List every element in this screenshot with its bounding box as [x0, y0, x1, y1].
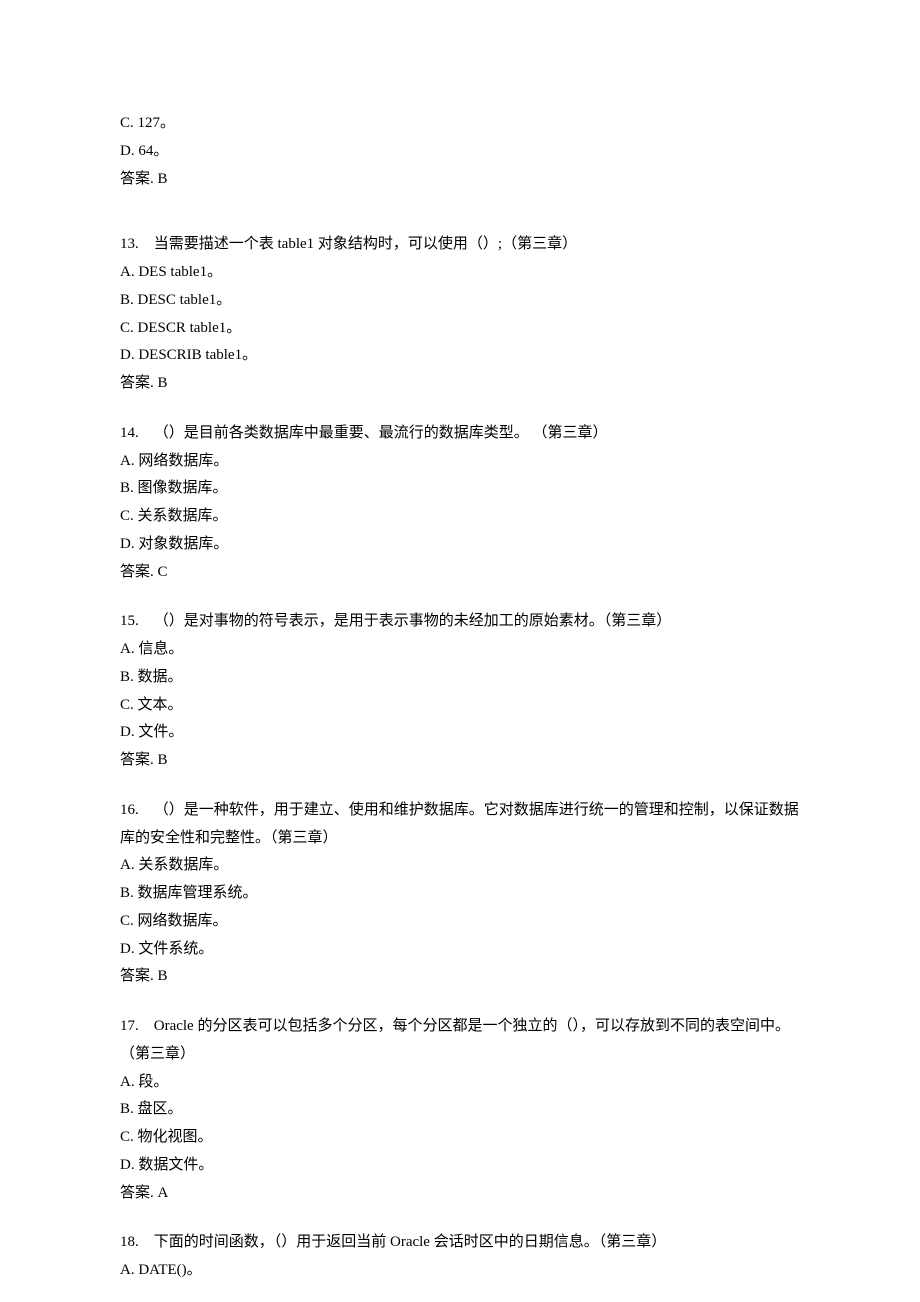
option-d: D. 文件。 [120, 719, 800, 747]
option-c: C. 关系数据库。 [120, 503, 800, 531]
question-number: 15. [120, 613, 139, 629]
prelude-block: C. 127。 D. 64。 答案. B [120, 110, 800, 193]
question-stem: 18. 下面的时间函数，（）用于返回当前 Oracle 会话时区中的日期信息。（… [120, 1229, 800, 1257]
option-c: C. 文本。 [120, 692, 800, 720]
question-16: 16. （）是一种软件，用于建立、使用和维护数据库。它对数据库进行统一的管理和控… [120, 797, 800, 991]
question-number: 17. [120, 1018, 139, 1034]
prelude-answer: 答案. B [120, 166, 800, 194]
answer-line: 答案. A [120, 1180, 800, 1208]
question-text: （）是对事物的符号表示，是用于表示事物的未经加工的原始素材。（第三章） [154, 613, 672, 629]
answer-line: 答案. B [120, 963, 800, 991]
question-text: 当需要描述一个表 table1 对象结构时，可以使用（）;（第三章） [154, 236, 577, 252]
question-text: （）是目前各类数据库中最重要、最流行的数据库类型。 （第三章） [154, 425, 608, 441]
option-c: C. 物化视图。 [120, 1124, 800, 1152]
question-13: 13. 当需要描述一个表 table1 对象结构时，可以使用（）;（第三章） A… [120, 231, 800, 398]
question-number: 18. [120, 1234, 139, 1250]
answer-line: 答案. B [120, 370, 800, 398]
question-stem: 16. （）是一种软件，用于建立、使用和维护数据库。它对数据库进行统一的管理和控… [120, 797, 800, 853]
answer-line: 答案. B [120, 747, 800, 775]
question-number: 13. [120, 236, 139, 252]
option-b: B. 数据库管理系统。 [120, 880, 800, 908]
prelude-line: D. 64。 [120, 138, 800, 166]
option-a: A. 网络数据库。 [120, 448, 800, 476]
question-number: 16. [120, 802, 139, 818]
option-a: A. DATE()。 [120, 1257, 800, 1285]
option-b: B. 数据。 [120, 664, 800, 692]
question-stem: 15. （）是对事物的符号表示，是用于表示事物的未经加工的原始素材。（第三章） [120, 608, 800, 636]
option-b: B. DESC table1。 [120, 287, 800, 315]
option-a: A. 信息。 [120, 636, 800, 664]
answer-line: 答案. C [120, 559, 800, 587]
page-content: C. 127。 D. 64。 答案. B 13. 当需要描述一个表 table1… [0, 0, 920, 1285]
question-text: Oracle 的分区表可以包括多个分区，每个分区都是一个独立的（），可以存放到不… [120, 1018, 790, 1062]
question-stem: 13. 当需要描述一个表 table1 对象结构时，可以使用（）;（第三章） [120, 231, 800, 259]
question-14: 14. （）是目前各类数据库中最重要、最流行的数据库类型。 （第三章） A. 网… [120, 420, 800, 587]
option-b: B. 图像数据库。 [120, 475, 800, 503]
option-d: D. DESCRIB table1。 [120, 342, 800, 370]
option-d: D. 文件系统。 [120, 936, 800, 964]
question-17: 17. Oracle 的分区表可以包括多个分区，每个分区都是一个独立的（），可以… [120, 1013, 800, 1207]
question-15: 15. （）是对事物的符号表示，是用于表示事物的未经加工的原始素材。（第三章） … [120, 608, 800, 775]
question-18: 18. 下面的时间函数，（）用于返回当前 Oracle 会话时区中的日期信息。（… [120, 1229, 800, 1285]
question-number: 14. [120, 425, 139, 441]
option-b: B. 盘区。 [120, 1096, 800, 1124]
question-text: （）是一种软件，用于建立、使用和维护数据库。它对数据库进行统一的管理和控制，以保… [120, 802, 799, 846]
question-text: 下面的时间函数，（）用于返回当前 Oracle 会话时区中的日期信息。（第三章） [154, 1234, 666, 1250]
option-a: A. DES table1。 [120, 259, 800, 287]
option-c: C. 网络数据库。 [120, 908, 800, 936]
prelude-line: C. 127。 [120, 110, 800, 138]
question-stem: 17. Oracle 的分区表可以包括多个分区，每个分区都是一个独立的（），可以… [120, 1013, 800, 1069]
option-d: D. 对象数据库。 [120, 531, 800, 559]
option-d: D. 数据文件。 [120, 1152, 800, 1180]
option-c: C. DESCR table1。 [120, 315, 800, 343]
option-a: A. 段。 [120, 1069, 800, 1097]
question-stem: 14. （）是目前各类数据库中最重要、最流行的数据库类型。 （第三章） [120, 420, 800, 448]
option-a: A. 关系数据库。 [120, 852, 800, 880]
